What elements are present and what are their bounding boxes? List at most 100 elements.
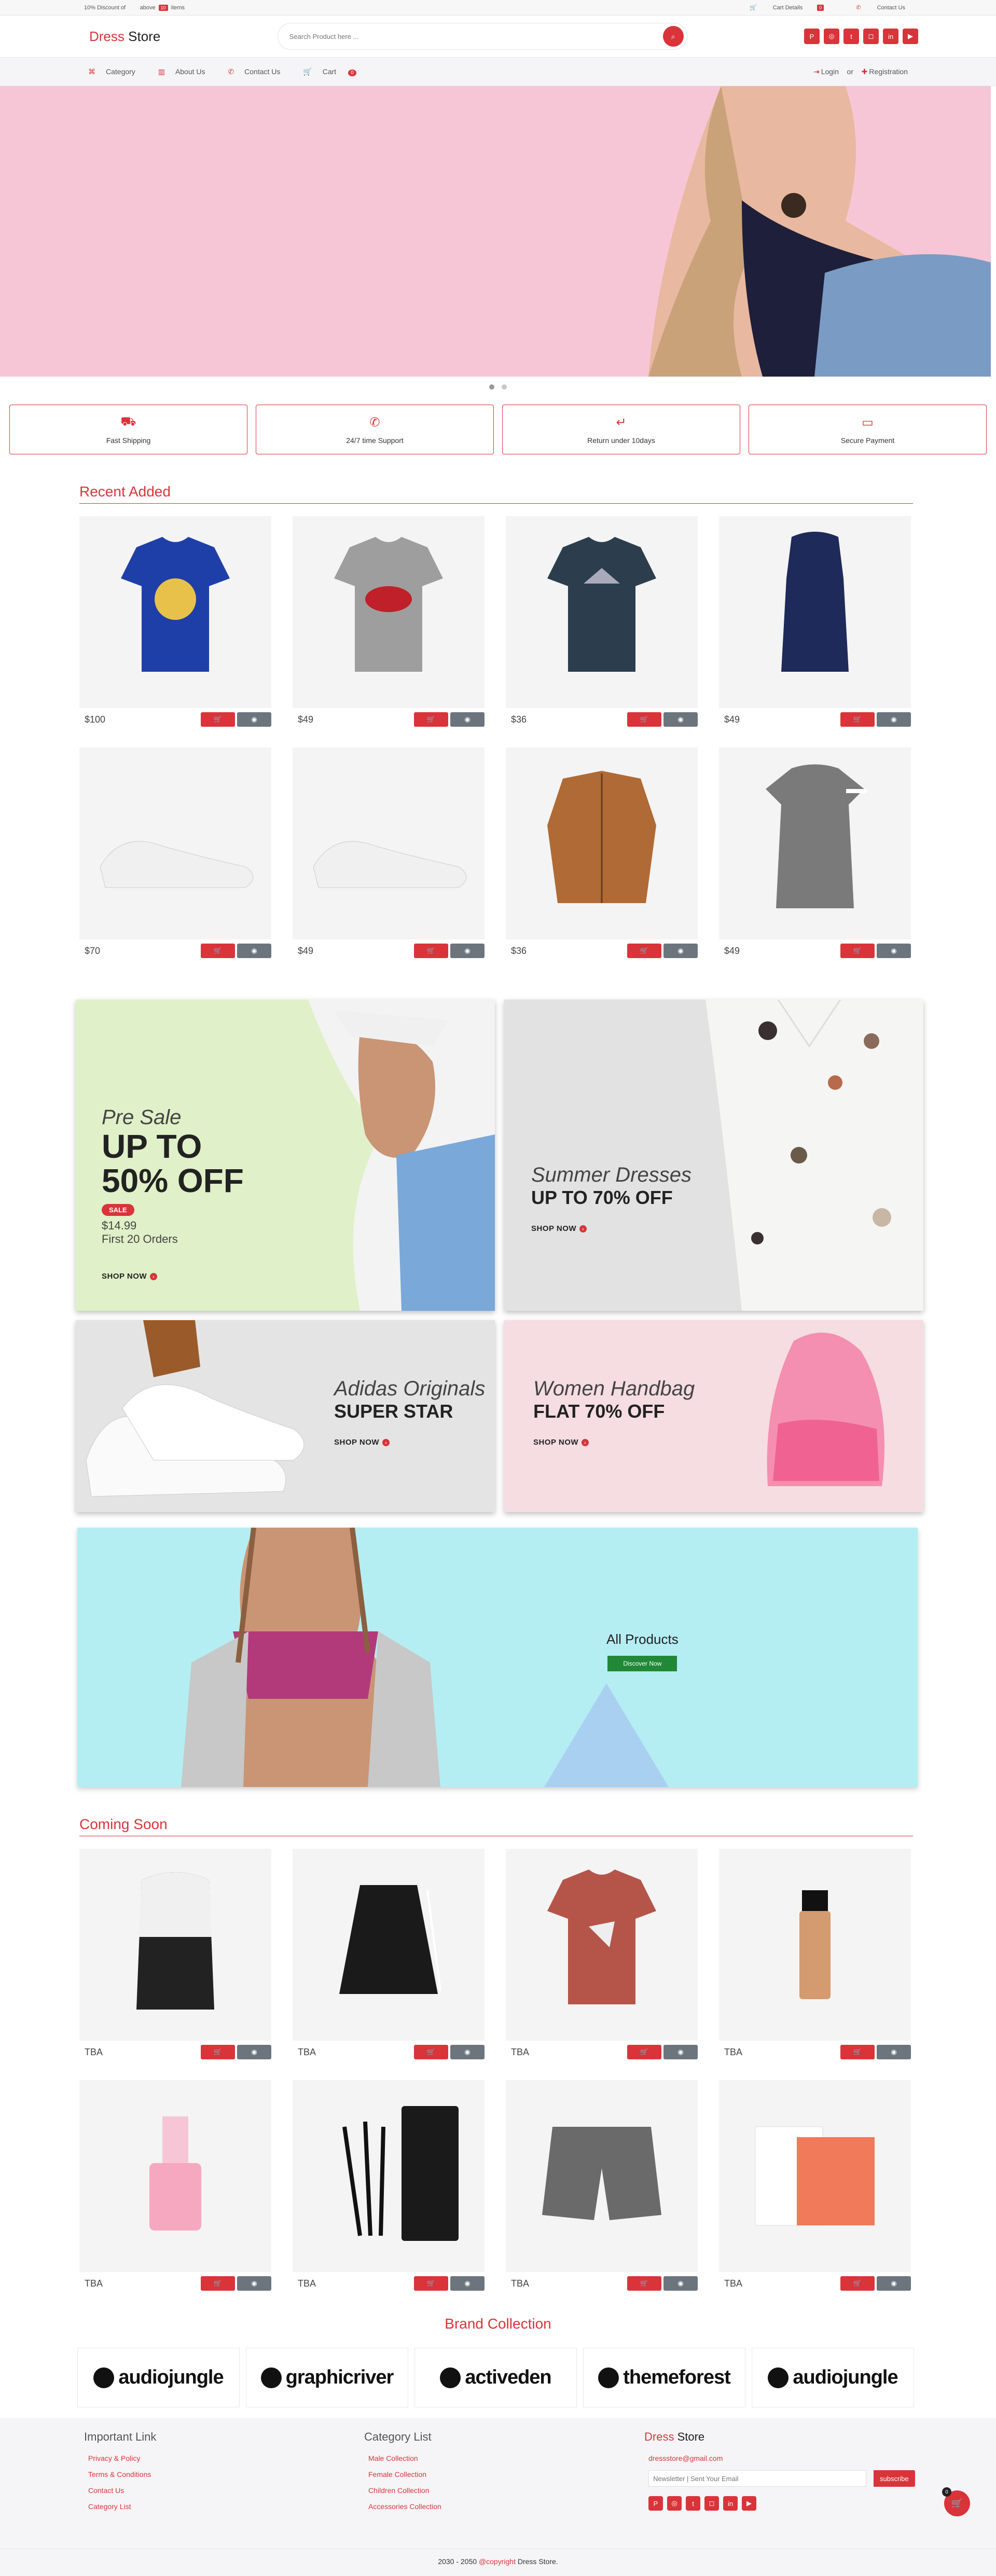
copyright-link[interactable]: @copyright [479,2557,516,2566]
view-product-button[interactable]: ◉ [663,712,698,727]
footer-email[interactable]: dressstore@gmail.com [648,2454,924,2462]
youtube-icon[interactable]: ▶ [903,29,918,44]
product-image[interactable] [719,516,911,708]
promo-summer-dresses[interactable]: Summer Dresses UP TO 70% OFF SHOP NOW › [504,1000,923,1311]
footer-link-category[interactable]: Category List [88,2502,364,2511]
add-to-cart-button[interactable]: 🛒 [840,2045,875,2059]
view-product-button[interactable]: ◉ [877,2276,911,2291]
login-link[interactable]: ⇥ Login [813,67,839,76]
discover-now-button[interactable]: Discover Now [607,1656,677,1671]
registration-link[interactable]: ✚ Registration [862,67,908,76]
linkedin-icon[interactable]: in [723,2496,738,2511]
youtube-icon[interactable]: ▶ [742,2496,756,2511]
logo[interactable]: Dress Store [89,29,160,45]
add-to-cart-button[interactable]: 🛒 [201,944,235,958]
add-to-cart-button[interactable]: 🛒 [627,2276,661,2291]
view-product-button[interactable]: ◉ [237,712,271,727]
product-image[interactable] [506,2080,698,2272]
footer-link-male[interactable]: Male Collection [368,2454,644,2462]
add-to-cart-button[interactable]: 🛒 [840,2276,875,2291]
promo-pre-sale[interactable]: Pre Sale UP TO 50% OFF SALE $14.99 First… [76,1000,495,1311]
add-to-cart-button[interactable]: 🛒 [627,944,661,958]
view-product-button[interactable]: ◉ [450,712,485,727]
product-image[interactable] [293,516,485,708]
product-image[interactable] [293,1849,485,2041]
add-to-cart-button[interactable]: 🛒 [201,2045,235,2059]
view-product-button[interactable]: ◉ [450,2276,485,2291]
add-to-cart-button[interactable]: 🛒 [627,712,661,727]
product-image[interactable] [719,747,911,939]
product-image[interactable] [79,747,271,939]
add-to-cart-button[interactable]: 🛒 [414,2045,448,2059]
product-image[interactable] [79,2080,271,2272]
pinterest-icon[interactable]: P [804,29,820,44]
view-product-button[interactable]: ◉ [877,712,911,727]
product-image[interactable] [79,1849,271,2041]
brand-audiojungle[interactable]: audiojungle [77,2348,240,2407]
pinterest-icon[interactable]: P [648,2496,663,2511]
carousel-dot-2[interactable] [502,384,507,390]
search-button[interactable]: ⌕ [662,26,684,47]
view-product-button[interactable]: ◉ [450,2045,485,2059]
product-image[interactable] [719,2080,911,2272]
add-to-cart-button[interactable]: 🛒 [840,944,875,958]
promo-adidas[interactable]: Adidas Originals SUPER STAR SHOP NOW › [76,1320,495,1512]
nav-item-contact[interactable]: ✆ Contact Us [228,67,290,76]
footer-link-accessories[interactable]: Accessories Collection [368,2502,644,2511]
twitter-icon[interactable]: t [843,29,859,44]
add-to-cart-button[interactable]: 🛒 [414,712,448,727]
search-input[interactable] [289,32,642,40]
dribbble-icon[interactable]: ◎ [824,29,839,44]
footer-link-terms[interactable]: Terms & Conditions [88,2470,364,2478]
dribbble-icon[interactable]: ◎ [667,2496,682,2511]
view-product-button[interactable]: ◉ [877,944,911,958]
view-product-button[interactable]: ◉ [237,944,271,958]
add-to-cart-button[interactable]: 🛒 [414,944,448,958]
shop-now-link[interactable]: SHOP NOW › [533,1438,695,1447]
footer-link-female[interactable]: Female Collection [368,2470,644,2478]
cart-details-link[interactable]: 🛒 Cart Details 0 [735,5,825,11]
view-product-button[interactable]: ◉ [663,2276,698,2291]
shop-now-link[interactable]: SHOP NOW › [334,1438,485,1447]
linkedin-icon[interactable]: in [883,29,898,44]
add-to-cart-button[interactable]: 🛒 [840,712,875,727]
view-product-button[interactable]: ◉ [450,944,485,958]
shop-now-link[interactable]: SHOP NOW › [102,1272,244,1281]
instagram-icon[interactable]: ◻ [704,2496,719,2511]
product-image[interactable] [293,2080,485,2272]
add-to-cart-button[interactable]: 🛒 [627,2045,661,2059]
add-to-cart-button[interactable]: 🛒 [201,712,235,727]
footer-link-contact[interactable]: Contact Us [88,2486,364,2495]
view-product-button[interactable]: ◉ [237,2276,271,2291]
product-image[interactable] [506,1849,698,2041]
view-product-button[interactable]: ◉ [877,2045,911,2059]
product-image[interactable] [719,1849,911,2041]
footer-link-children[interactable]: Children Collection [368,2486,644,2495]
carousel-dot-1[interactable] [489,384,494,390]
nav-item-category[interactable]: ⌘ Category [88,67,146,76]
brand-activeden[interactable]: activeden [414,2348,577,2407]
product-image[interactable] [293,747,485,939]
view-product-button[interactable]: ◉ [663,944,698,958]
brand-audiojungle-2[interactable]: audiojungle [752,2348,914,2407]
add-to-cart-button[interactable]: 🛒 [201,2276,235,2291]
view-product-button[interactable]: ◉ [237,2045,271,2059]
add-to-cart-button[interactable]: 🛒 [414,2276,448,2291]
shop-now-link[interactable]: SHOP NOW › [531,1224,691,1233]
product-image[interactable] [506,747,698,939]
promo-handbag[interactable]: Women Handbag FLAT 70% OFF SHOP NOW › [504,1320,923,1512]
nav-item-about[interactable]: ▥ About Us [158,67,216,76]
instagram-icon[interactable]: ◻ [863,29,879,44]
brand-themeforest[interactable]: themeforest [583,2348,745,2407]
product-image[interactable] [79,516,271,708]
hero-carousel[interactable] [0,86,991,377]
subscribe-button[interactable]: subscribe [874,2470,915,2487]
floating-cart-button[interactable]: 🛒 0 [942,2487,970,2516]
product-image[interactable] [506,516,698,708]
footer-link-privacy[interactable]: Privacy & Policy [88,2454,364,2462]
twitter-icon[interactable]: t [686,2496,700,2511]
brand-graphicriver[interactable]: graphicriver [246,2348,408,2407]
view-product-button[interactable]: ◉ [663,2045,698,2059]
nav-item-cart[interactable]: 🛒 Cart 0 [303,67,366,76]
newsletter-input[interactable] [648,2470,866,2487]
